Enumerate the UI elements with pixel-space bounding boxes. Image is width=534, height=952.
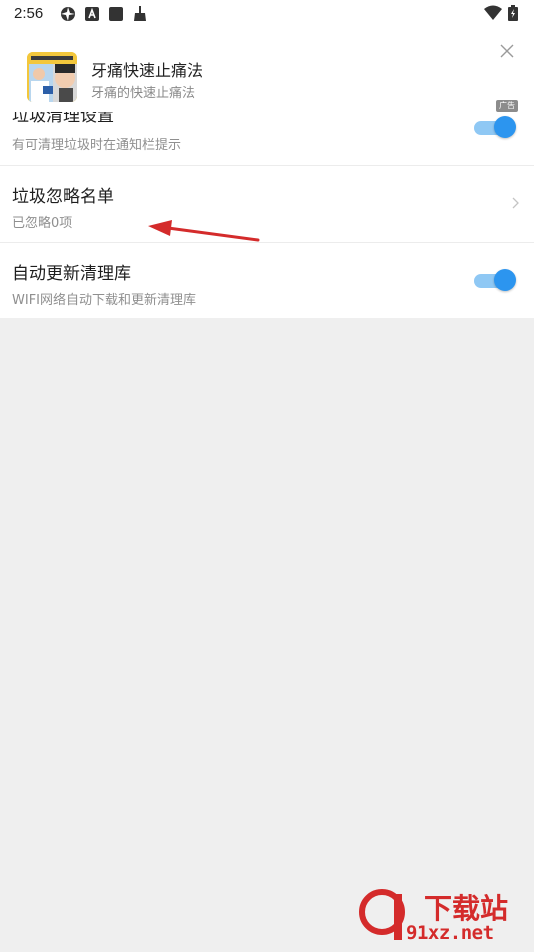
aperture-icon (61, 7, 75, 21)
ad-banner[interactable]: 牙痛快速止痛法 牙痛的快速止痛法 广告 (0, 30, 534, 112)
setting-row-cleanup-notify[interactable]: 垃圾清理设置 有可清理垃圾时在通知栏提示 (0, 112, 534, 165)
watermark: 下载站 91xz.net (358, 886, 530, 948)
close-icon[interactable] (498, 42, 516, 60)
setting-title: 自动更新清理库 (12, 264, 131, 284)
chevron-right-icon (512, 197, 519, 209)
setting-subtitle: 有可清理垃圾时在通知栏提示 (12, 138, 182, 153)
setting-subtitle: 已忽略0项 (12, 216, 73, 231)
a-icon (85, 7, 99, 21)
wifi-icon (484, 5, 502, 20)
ad-badge: 广告 (496, 100, 518, 112)
cleanup-notify-toggle[interactable] (474, 116, 516, 138)
ad-subtitle: 牙痛的快速止痛法 (91, 86, 196, 101)
auto-update-toggle[interactable] (474, 269, 516, 291)
broom-icon (134, 6, 146, 21)
setting-title: 垃圾忽略名单 (12, 187, 114, 207)
setting-row-auto-update[interactable]: 自动更新清理库 WIFI网络自动下载和更新清理库 (0, 243, 534, 318)
status-bar: 2:56 (0, 0, 534, 30)
setting-subtitle: WIFI网络自动下载和更新清理库 (12, 293, 196, 308)
watermark-url: 91xz.net (406, 922, 494, 944)
ad-title: 牙痛快速止痛法 (91, 61, 204, 80)
battery-icon (508, 5, 518, 21)
watermark-brand: 下载站 (424, 892, 508, 925)
square-icon (109, 7, 123, 21)
setting-row-ignore-list[interactable]: 垃圾忽略名单 已忽略0项 (0, 166, 534, 242)
ad-thumbnail (27, 52, 77, 102)
status-time: 2:56 (14, 5, 44, 22)
